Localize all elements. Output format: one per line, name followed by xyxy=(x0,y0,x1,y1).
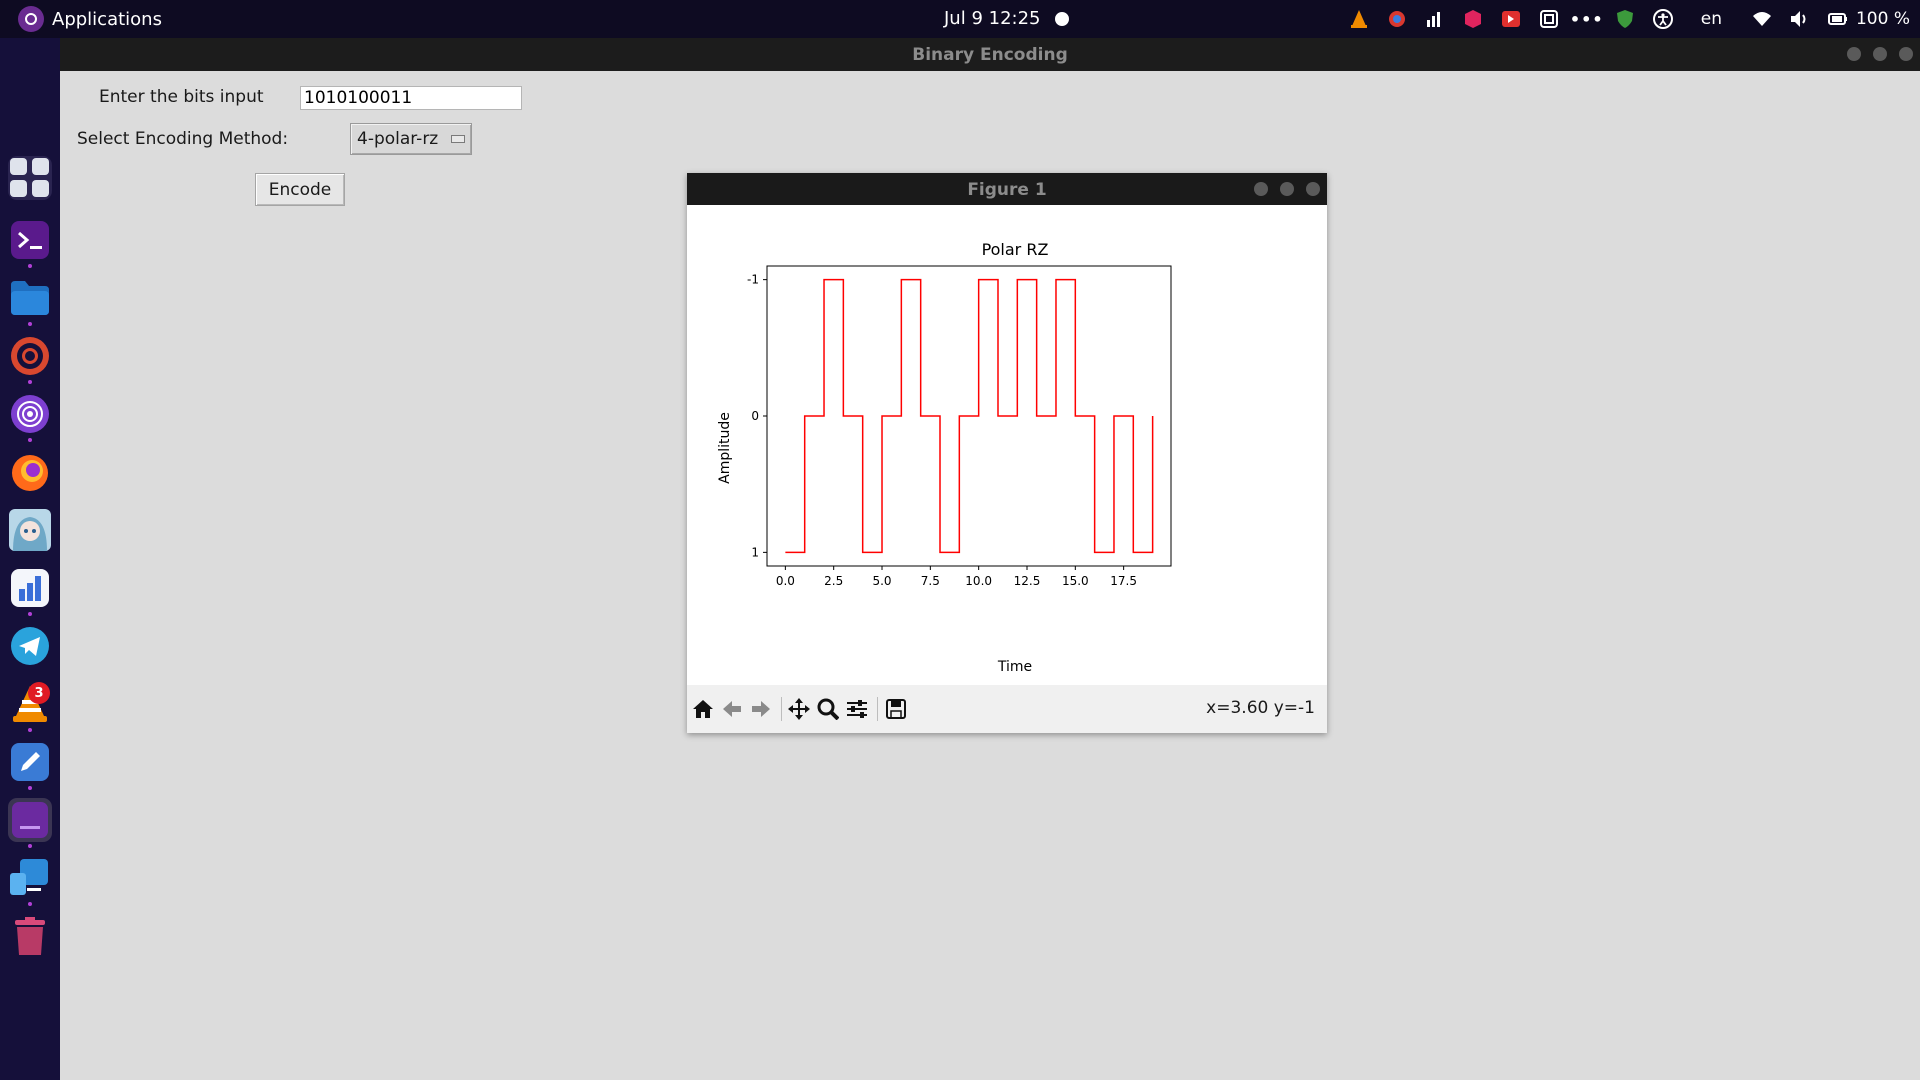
text-editor-running-dot xyxy=(28,786,32,790)
vlc-badge: 3 xyxy=(28,682,50,704)
app-tray-icon[interactable] xyxy=(1463,9,1483,29)
x-axis-label: Time xyxy=(997,659,1032,675)
files-icon[interactable] xyxy=(8,276,52,320)
screen-share-icon[interactable] xyxy=(1539,9,1559,29)
signal-line xyxy=(785,278,1154,554)
active-terminal-running-dot xyxy=(28,844,32,848)
maximize-button[interactable] xyxy=(1873,47,1887,61)
x-tick-label: 17.5 xyxy=(1110,574,1137,588)
x-tick-label: 7.5 xyxy=(921,574,940,588)
bits-input-label: Enter the bits input xyxy=(99,87,264,107)
x-tick-label: 15.0 xyxy=(1062,574,1089,588)
firefox-icon[interactable] xyxy=(8,450,52,494)
terminal-running-dot xyxy=(28,264,32,268)
chrome-running-dot xyxy=(28,380,32,384)
y-tick-label: 0 xyxy=(751,409,759,423)
home-icon[interactable] xyxy=(691,697,715,721)
chrome-icon[interactable] xyxy=(8,334,52,378)
applications-label: Applications xyxy=(52,8,162,30)
tor-running-dot xyxy=(28,438,32,442)
configure-subplots-icon[interactable] xyxy=(845,697,869,721)
dock: 3 xyxy=(0,38,60,1080)
volume-icon[interactable] xyxy=(1790,9,1810,29)
files-running-dot xyxy=(28,322,32,326)
applications-logo-icon xyxy=(18,6,44,32)
tor-browser-icon[interactable] xyxy=(8,392,52,436)
system-tray: ••• en 100 % xyxy=(1349,6,1910,32)
x-tick-label: 2.5 xyxy=(824,574,843,588)
x-tick-label: 5.0 xyxy=(872,574,891,588)
language-indicator[interactable]: en xyxy=(1701,9,1722,29)
x-tick-label: 0.0 xyxy=(776,574,795,588)
figure-window: Figure 1 Polar RZ Time Amplitude 0.0 2.5 5… xyxy=(687,173,1327,733)
figure-close-button[interactable] xyxy=(1306,182,1320,196)
main-window-titlebar[interactable]: Binary Encoding xyxy=(60,38,1920,71)
y-tick-label: -1 xyxy=(747,273,759,287)
bits-input[interactable] xyxy=(300,86,522,110)
battery-percentage: 100 % xyxy=(1855,9,1910,29)
app-grid-icon[interactable] xyxy=(8,156,52,200)
encoding-method-value: 4-polar-rz xyxy=(357,129,439,149)
vlc-tray-icon[interactable] xyxy=(1349,9,1369,29)
close-button[interactable] xyxy=(1899,47,1913,61)
encode-button[interactable]: Encode xyxy=(255,173,345,206)
trash-icon[interactable] xyxy=(8,914,52,958)
save-icon[interactable] xyxy=(884,697,908,721)
figure-window-title: Figure 1 xyxy=(967,180,1047,200)
toolbar-separator xyxy=(877,697,878,721)
y-axis-label: Amplitude xyxy=(717,412,733,484)
terminal-icon[interactable] xyxy=(8,218,52,262)
analytics-running-dot xyxy=(28,612,32,616)
anime-avatar-app-icon[interactable] xyxy=(8,508,52,552)
chart-title: Polar RZ xyxy=(982,240,1049,259)
figure-maximize-button[interactable] xyxy=(1280,182,1294,196)
more-icon[interactable]: ••• xyxy=(1570,9,1603,29)
encoding-method-label: Select Encoding Method: xyxy=(77,129,289,149)
applications-menu[interactable]: Applications xyxy=(18,6,162,32)
wifi-icon[interactable] xyxy=(1752,9,1772,29)
main-window-title: Binary Encoding xyxy=(912,45,1068,65)
anydesk-tray-icon[interactable] xyxy=(1501,9,1521,29)
polar-rz-chart: Polar RZ Time Amplitude 0.0 2.5 5.0 7.5 10.0… xyxy=(717,240,1172,675)
figure-toolbar: x=3.60 y=-1 xyxy=(687,685,1327,733)
remote-desktop-running-dot xyxy=(28,902,32,906)
pan-icon[interactable] xyxy=(787,697,811,721)
clock[interactable]: Jul 9 12:25 xyxy=(944,8,1041,29)
vlc-icon[interactable]: 3 xyxy=(8,682,52,726)
dropdown-indicator-icon xyxy=(451,135,465,143)
y-tick-label: 1 xyxy=(751,545,759,559)
x-tick-label: 10.0 xyxy=(965,574,992,588)
figure-canvas[interactable]: Polar RZ Time Amplitude 0.0 2.5 5.0 7.5 10.0… xyxy=(687,205,1327,685)
figure-minimize-button[interactable] xyxy=(1254,182,1268,196)
text-editor-icon[interactable] xyxy=(8,740,52,784)
analytics-icon[interactable] xyxy=(8,566,52,610)
recording-indicator-icon xyxy=(1055,12,1069,26)
forward-arrow-icon[interactable] xyxy=(749,697,773,721)
encoding-method-select[interactable]: 4-polar-rz xyxy=(350,123,472,155)
chrome-tray-icon[interactable] xyxy=(1387,9,1407,29)
shield-icon[interactable] xyxy=(1615,9,1635,29)
zoom-icon[interactable] xyxy=(816,697,840,721)
active-terminal-icon[interactable] xyxy=(8,798,52,842)
vlc-running-dot xyxy=(28,728,32,732)
x-tick-label: 12.5 xyxy=(1014,574,1041,588)
figure-window-titlebar[interactable]: Figure 1 xyxy=(687,173,1327,205)
toolbar-separator xyxy=(781,697,782,721)
minimize-button[interactable] xyxy=(1847,47,1861,61)
battery-icon[interactable] xyxy=(1827,9,1848,29)
accessibility-icon[interactable] xyxy=(1652,9,1673,29)
telegram-icon[interactable] xyxy=(8,624,52,668)
signal-bars-icon[interactable] xyxy=(1425,9,1445,29)
back-arrow-icon[interactable] xyxy=(720,697,744,721)
cursor-coordinates-readout: x=3.60 y=-1 xyxy=(1206,698,1315,718)
remote-desktop-icon[interactable] xyxy=(8,856,52,900)
top-bar: Applications Jul 9 12:25 ••• en 100 % xyxy=(0,0,1920,38)
